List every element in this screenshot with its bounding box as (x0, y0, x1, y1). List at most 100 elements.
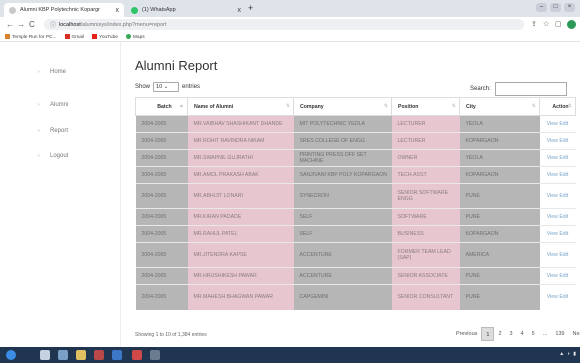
taskbar-app-icon[interactable] (94, 350, 104, 360)
cell-city: PUNE (459, 183, 540, 209)
bookmark-maps[interactable]: Maps (125, 33, 145, 40)
entries-per-page-select[interactable]: 10 ⌄ (153, 82, 180, 92)
close-window-button[interactable]: × (564, 3, 575, 12)
sidebar-item-alumni[interactable]: › Alumni (38, 102, 68, 108)
cell-position: LECTURER (391, 115, 460, 133)
cell-position: SENIOR SOFTWARE ENGG (391, 183, 460, 209)
pagination-page[interactable]: 1 (481, 327, 495, 341)
cell-name: MR.SWAPNIL GUJRATHI (187, 149, 294, 167)
taskbar-app-icon[interactable] (40, 350, 50, 360)
share-icon[interactable]: ⇪ (531, 20, 537, 28)
table-info: Showing 1 to 10 of 1,384 entries (135, 332, 207, 338)
table-row: 2004-2005 MR.VAIBHAV SHASHIKANT DHANDE MIT… (135, 115, 576, 133)
forward-arrow-icon[interactable]: → (17, 20, 25, 29)
cell-position: LECTURER (391, 132, 460, 150)
pagination-page[interactable]: 3 (506, 327, 517, 341)
cell-action[interactable]: View Edit (539, 115, 576, 133)
cell-company: ACCENTURE (293, 267, 392, 285)
pagination-page[interactable]: 4 (517, 327, 528, 341)
battery-icon[interactable]: ▮ (573, 351, 576, 357)
browser-tab-whatsapp[interactable]: (1) WhatsApp x (126, 3, 246, 17)
sidebar-item-label: Report (50, 128, 69, 134)
cell-city: YEOLA (459, 115, 540, 133)
bookmark-youtube[interactable]: YouTube (92, 33, 118, 39)
pagination-page[interactable]: 2 (494, 327, 505, 341)
cell-name: MR.ABHIJIT LONARI (187, 183, 294, 209)
show-entries-control: Show 10 ⌄ entries (135, 82, 200, 92)
cell-action[interactable]: View Edit (539, 132, 576, 150)
close-tab-icon[interactable]: x (238, 7, 242, 14)
back-arrow-icon[interactable]: ← (6, 20, 14, 29)
start-icon[interactable] (6, 350, 16, 360)
bookmark-temple-run[interactable]: Temple Run for PC... (5, 33, 57, 39)
column-header-company[interactable]: Company ⇅ (293, 97, 392, 116)
cell-action[interactable]: View Edit (539, 149, 576, 167)
cell-position: BUSINESS (391, 225, 460, 243)
search-control: Search: (470, 82, 567, 96)
cell-city: AMERICA (459, 242, 540, 268)
url-field[interactable]: ⓘ localhost/alumnisys/index.php?menu=rep… (44, 19, 524, 30)
pagination-page[interactable]: 5 (528, 327, 539, 341)
chrome-icon[interactable] (132, 350, 142, 360)
cell-action[interactable]: View Edit (539, 166, 576, 184)
pagination-page[interactable]: 139 (551, 327, 568, 341)
pagination-next[interactable]: Next (569, 327, 580, 341)
column-header-position[interactable]: Position ⇅ (391, 97, 460, 116)
cell-action[interactable]: View Edit (539, 284, 576, 310)
cell-company: SANJIVANI KBP POLY KOPARGAON (293, 166, 392, 184)
cell-position: FORMER TEAM LEAD (SAP) (391, 242, 460, 268)
search-input[interactable] (494, 82, 567, 96)
column-header-batch[interactable]: Batch ▲ (135, 97, 188, 116)
network-icon[interactable]: ▲ (559, 351, 564, 357)
bookmark-gmail[interactable]: Gmail (64, 33, 84, 39)
profile-avatar[interactable] (567, 20, 576, 29)
alumni-report-table: Batch ▲ Name of Alumni ⇅ Company ⇅ Position… (135, 97, 576, 310)
volume-icon[interactable]: ◗ (567, 351, 570, 357)
cell-company: ACCENTURE (293, 242, 392, 268)
browser-tab-alumni[interactable]: Alumni KBP Polytechnic Kopargr x (4, 3, 124, 17)
sidebar-item-logout[interactable]: › Logout (38, 153, 68, 159)
taskbar-app-icon[interactable] (150, 350, 160, 360)
sort-icon: ⇅ (531, 103, 536, 109)
cell-city: KOPARGAON (459, 225, 540, 243)
taskbar-app-icon[interactable] (58, 350, 68, 360)
tab-search-icon[interactable]: ▢ (555, 20, 562, 28)
temple-run-icon (5, 33, 10, 39)
cell-action[interactable]: View Edit (539, 267, 576, 285)
bookmark-label: Maps (132, 34, 145, 40)
cell-company: PRINTING PRESS OFF SET MACHINE (293, 149, 392, 167)
sidebar-item-report[interactable]: › Report (38, 128, 69, 134)
maximize-button[interactable]: □ (550, 3, 561, 12)
column-header-action[interactable]: Action ⇅ (539, 97, 576, 116)
cell-name: MR.HRUSHIKESH PAWAR (187, 267, 294, 285)
whatsapp-icon (131, 6, 138, 14)
address-bar-row: ← → C ⓘ localhost/alumnisys/index.php?me… (0, 17, 580, 32)
reload-icon[interactable]: C (29, 20, 35, 29)
cell-action[interactable]: View Edit (539, 242, 576, 268)
entries-label: entries (182, 84, 201, 90)
cell-company: SELF (293, 225, 392, 243)
bookmark-star-icon[interactable]: ☆ (543, 20, 549, 28)
close-tab-icon[interactable]: x (116, 7, 120, 14)
column-header-city[interactable]: City ⇅ (459, 97, 540, 116)
pagination-previous[interactable]: Previous (452, 327, 481, 341)
cell-action[interactable]: View Edit (539, 225, 576, 243)
table-row: 2004-2005 MR.HRUSHIKESH PAWAR ACCENTURE SEN… (135, 267, 576, 285)
file-explorer-icon[interactable] (76, 350, 86, 360)
new-tab-button[interactable]: + (248, 3, 253, 13)
cell-action[interactable]: View Edit (539, 208, 576, 226)
page-title: Alumni Report (135, 58, 218, 73)
cell-position: SENIOR ASSOCIATE (391, 267, 460, 285)
cell-action[interactable]: View Edit (539, 183, 576, 209)
sidebar: › Home › Alumni › Report › Logout (0, 42, 121, 347)
column-header-name[interactable]: Name of Alumni ⇅ (187, 97, 294, 116)
search-label: Search: (470, 86, 491, 92)
minimize-button[interactable]: – (536, 3, 547, 12)
sidebar-item-label: Home (50, 69, 67, 75)
windows-taskbar: ▲ ◗ ▮ (0, 347, 580, 363)
sort-icon: ⇅ (285, 103, 290, 109)
sidebar-item-home[interactable]: › Home (38, 69, 67, 75)
taskbar-app-icon[interactable] (112, 350, 122, 360)
gmail-icon (64, 33, 70, 39)
pagination-ellipsis: ... (542, 331, 548, 337)
